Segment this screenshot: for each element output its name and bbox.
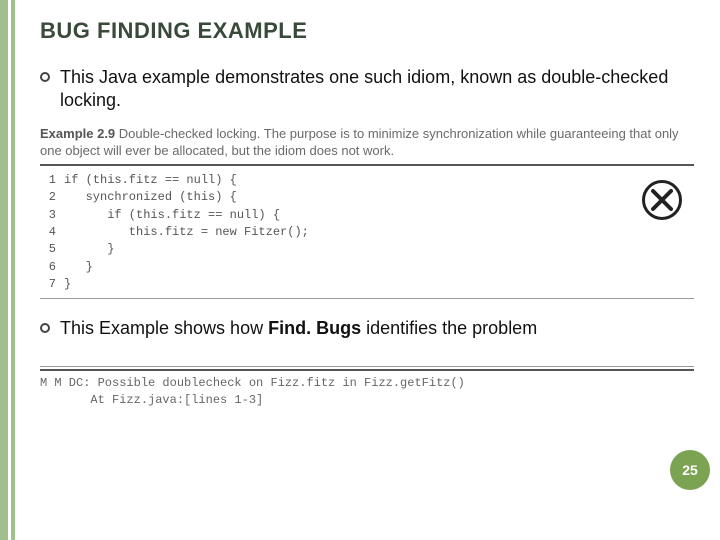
code-line: 6 } — [40, 259, 694, 276]
output-line: At Fizz.java:[lines 1-3] — [40, 392, 694, 409]
bullet-text: This Example shows how Find. Bugs identi… — [60, 317, 537, 340]
code-line: 4 this.fitz = new Fitzer(); — [40, 224, 694, 241]
page-number: 25 — [682, 462, 698, 478]
code-line: 5 } — [40, 241, 694, 258]
page-number-badge: 25 — [670, 450, 710, 490]
example-block: Example 2.9 Double-checked locking. The … — [40, 125, 694, 299]
example-caption-rest: Double-checked locking. The purpose is t… — [40, 126, 679, 159]
code-listing: 1if (this.fitz == null) { 2 synchronized… — [40, 170, 694, 296]
divider — [40, 164, 694, 166]
bullet-icon — [40, 323, 50, 333]
slide-title: BUG FINDING EXAMPLE — [40, 18, 694, 44]
divider — [40, 298, 694, 299]
tool-name: Find. Bugs — [268, 318, 361, 338]
code-line: 1if (this.fitz == null) { — [40, 172, 694, 189]
bullet-text: This Java example demonstrates one such … — [60, 66, 694, 113]
code-line: 3 if (this.fitz == null) { — [40, 207, 694, 224]
bullet-item: This Java example demonstrates one such … — [40, 66, 694, 113]
example-lead: Example 2.9 — [40, 126, 115, 141]
accent-stripe-thin — [11, 0, 15, 540]
example-caption: Example 2.9 Double-checked locking. The … — [40, 125, 694, 160]
slide-body: BUG FINDING EXAMPLE This Java example de… — [18, 0, 714, 540]
output-line: M M DC: Possible doublecheck on Fizz.fit… — [40, 375, 694, 392]
accent-stripe — [0, 0, 8, 540]
divider — [40, 366, 694, 367]
tool-output: M M DC: Possible doublecheck on Fizz.fit… — [40, 366, 694, 409]
bullet-item: This Example shows how Find. Bugs identi… — [40, 317, 694, 340]
code-line: 7} — [40, 276, 694, 293]
error-icon — [642, 180, 682, 220]
code-line: 2 synchronized (this) { — [40, 189, 694, 206]
divider — [40, 369, 694, 371]
bullet-icon — [40, 72, 50, 82]
